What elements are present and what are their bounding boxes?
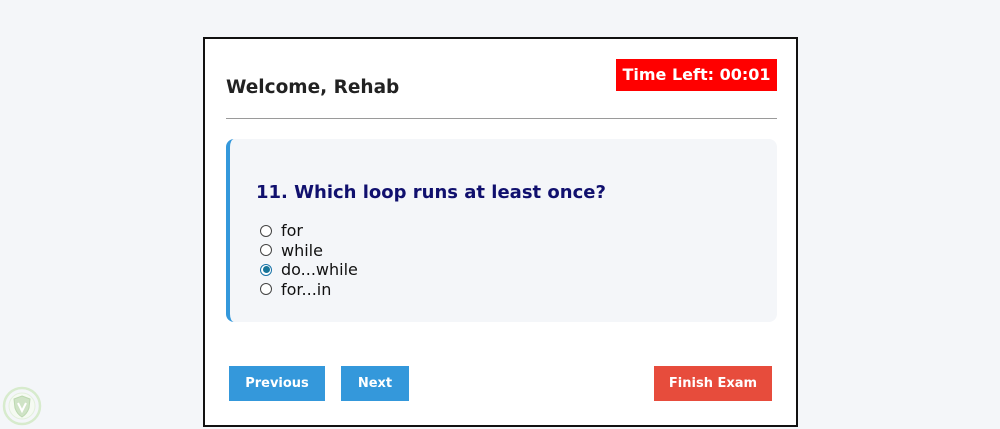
welcome-heading: Welcome, Rehab <box>226 77 400 98</box>
timer-badge: Time Left: 00:01 <box>616 59 777 91</box>
radio-button-selected[interactable] <box>260 263 272 276</box>
option-for[interactable]: for <box>260 221 358 241</box>
exam-card: Time Left: 00:01 Welcome, Rehab 11. Whic… <box>203 37 798 427</box>
question-panel: 11. Which loop runs at least once? for w… <box>226 139 777 322</box>
shield-logo-icon <box>2 386 42 426</box>
answer-options: for while do...while for...in <box>260 221 358 299</box>
option-label[interactable]: while <box>281 241 323 260</box>
option-while[interactable]: while <box>260 241 358 261</box>
radio-button[interactable] <box>260 224 272 237</box>
option-label[interactable]: do...while <box>281 260 358 279</box>
option-label[interactable]: for <box>281 221 303 240</box>
next-button[interactable]: Next <box>341 366 409 401</box>
header-divider <box>226 118 777 119</box>
radio-button[interactable] <box>260 283 272 296</box>
option-do-while[interactable]: do...while <box>260 260 358 280</box>
option-for-in[interactable]: for...in <box>260 280 358 300</box>
option-label[interactable]: for...in <box>281 280 331 299</box>
exam-page: Time Left: 00:01 Welcome, Rehab 11. Whic… <box>0 0 1000 429</box>
radio-button[interactable] <box>260 244 272 257</box>
previous-button[interactable]: Previous <box>229 366 325 401</box>
finish-exam-button[interactable]: Finish Exam <box>654 366 772 401</box>
question-title: 11. Which loop runs at least once? <box>256 182 606 203</box>
